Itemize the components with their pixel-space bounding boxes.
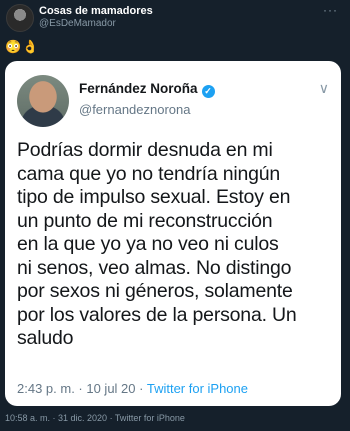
more-options-icon[interactable]: ··· xyxy=(323,4,338,16)
tweet-text-line: saludo xyxy=(17,327,74,349)
quoted-tweet-timestamp[interactable]: 2:43 p. m. · 10 jul 20 · xyxy=(17,381,147,396)
tweet-text-line: en la que yo ya no veo ni culos xyxy=(17,233,279,255)
chevron-down-icon[interactable]: ∨ xyxy=(319,81,329,95)
quoted-author-handle[interactable]: @fernandeznorona xyxy=(79,102,191,117)
outer-avatar[interactable] xyxy=(6,4,34,32)
tweet-text: Podrías dormir desnuda en mi cama que yo… xyxy=(17,139,335,351)
tweet-text-line: ni senos, veo almas. No distingo xyxy=(17,256,292,279)
tweet-text-line: Podrías dormir desnuda en mi xyxy=(17,139,273,161)
outer-tweet-timestamp: 10:58 a. m. · 31 dic. 2020 · Twitter for… xyxy=(5,413,185,423)
tweet-text-line: cama que yo no tendría ningún xyxy=(17,162,281,185)
ok-hand-emoji-icon: 👌 xyxy=(22,39,39,54)
tweet-text-line: por sexos ni géneros, solamente xyxy=(17,280,293,302)
quoted-author-name[interactable]: Fernández Noroña ✓ xyxy=(79,81,215,98)
tweet-source-link[interactable]: Twitter for iPhone xyxy=(147,381,248,396)
outer-author-handle[interactable]: @EsDeMamador xyxy=(39,18,116,29)
quoted-tweet-card[interactable]: Fernández Noroña ✓ @fernandeznorona ∨ Pod… xyxy=(5,61,341,406)
flushed-face-emoji-icon: 😳 xyxy=(5,39,22,54)
outer-author-name[interactable]: Cosas de mamadores xyxy=(39,5,153,17)
tweet-text-line: por los valores de la persona. Un xyxy=(17,303,297,326)
quoted-tweet-meta: 2:43 p. m. · 10 jul 20 · Twitter for iPh… xyxy=(17,381,248,396)
quoted-author-name-text: Fernández Noroña xyxy=(79,81,198,96)
emoji-row: 😳 👌 xyxy=(5,40,38,54)
verified-badge-icon: ✓ xyxy=(201,85,215,98)
tweet-text-line: tipo de impulso sexual. Estoy en xyxy=(17,186,291,208)
quoted-author-avatar[interactable] xyxy=(17,75,69,127)
tweet-text-line: un punto de mi reconstrucción xyxy=(17,209,273,232)
